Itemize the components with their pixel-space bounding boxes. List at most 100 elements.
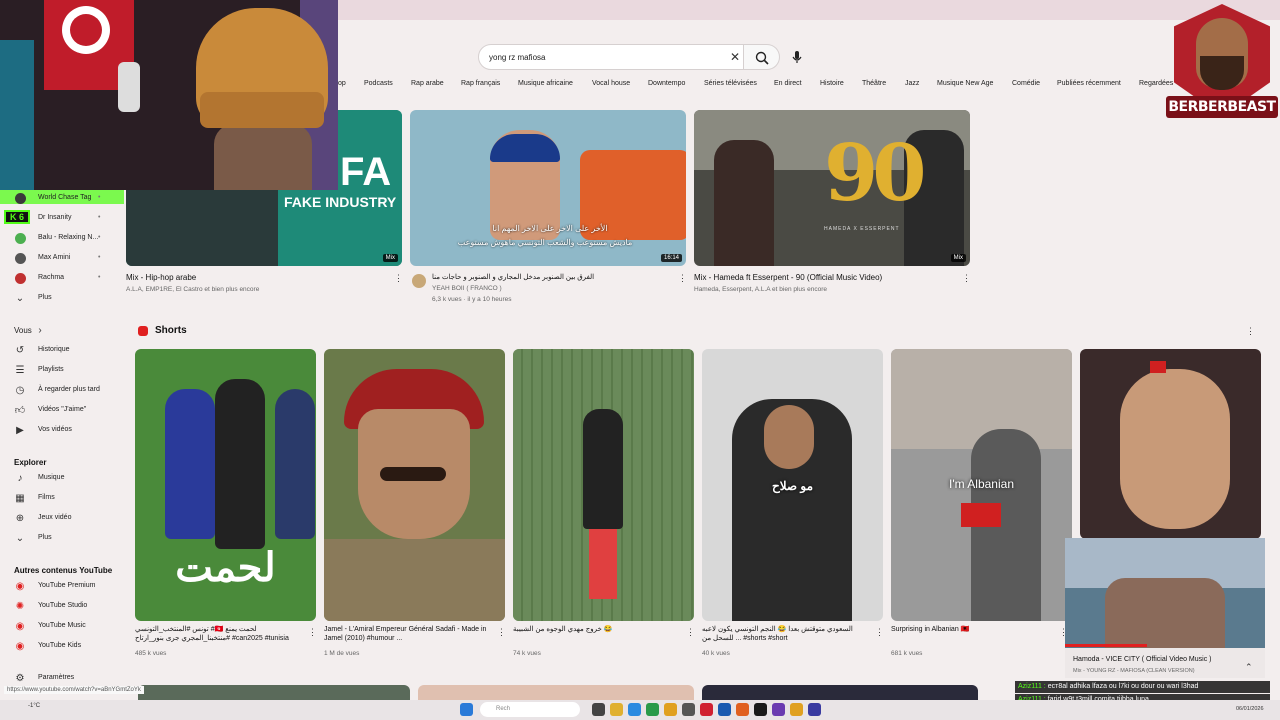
app-icon[interactable] — [718, 703, 731, 716]
sidebar-item-history[interactable]: ↺ Historique — [0, 342, 124, 360]
sidebar-item-studio[interactable]: ✺ YouTube Studio — [0, 598, 124, 616]
chip[interactable]: Downtempo — [648, 80, 685, 87]
youtube-premium-icon: ◉ — [15, 581, 25, 592]
sidebar-more-subscriptions[interactable]: ⌄ Plus — [0, 290, 124, 308]
video-thumbnail[interactable] — [138, 685, 410, 700]
app-icon[interactable] — [808, 703, 821, 716]
sidebar-item-your-videos[interactable]: ▶ Vos vidéos — [0, 422, 124, 440]
chip[interactable]: Histoire — [820, 80, 844, 87]
chip[interactable]: En direct — [774, 80, 802, 87]
video-title[interactable]: Mix - Hip-hop arabe — [126, 273, 196, 282]
live-dot-icon: • — [98, 194, 101, 201]
chip[interactable]: op — [338, 80, 346, 87]
more-options-icon[interactable]: ⋮ — [308, 627, 317, 638]
more-options-icon[interactable]: ⋮ — [497, 627, 506, 638]
miniplayer-title[interactable]: Hamoda - VICE CITY ( Official Video Musi… — [1073, 656, 1212, 663]
short-thumbnail[interactable]: لحمت — [135, 349, 316, 621]
search-input[interactable]: yong rz mafiosa — [478, 44, 744, 70]
chip[interactable]: Podcasts — [364, 80, 393, 87]
app-icon[interactable] — [772, 703, 785, 716]
folder-icon[interactable] — [610, 703, 623, 716]
miniplayer-video[interactable] — [1065, 538, 1265, 648]
windows-start-icon[interactable] — [460, 703, 473, 716]
video-thumbnail[interactable]: الأخر على الاخر على الاخر المهم انا مادي… — [410, 110, 686, 266]
chip[interactable]: Rap arabe — [411, 80, 444, 87]
sidebar-item-music-app[interactable]: ◉ YouTube Music — [0, 618, 124, 636]
channel-name[interactable]: YEAH BOII ( FRANCO ) — [432, 285, 502, 292]
sidebar-subscription[interactable]: Dr Insanity • — [0, 210, 124, 228]
more-options-icon[interactable]: ⋮ — [1246, 326, 1255, 337]
sidebar-item-movies[interactable]: ▦ Films — [0, 490, 124, 508]
chevron-up-icon[interactable]: ⌃ — [1245, 662, 1253, 673]
miniplayer[interactable]: Hamoda - VICE CITY ( Official Video Musi… — [1065, 538, 1265, 678]
sidebar-item-premium[interactable]: ◉ YouTube Premium — [0, 578, 124, 596]
chip[interactable]: Rap français — [461, 80, 500, 87]
video-thumbnail[interactable]: 90 HAMEDA X ESSERPENT Mix — [694, 110, 970, 266]
chip[interactable]: Musique New Age — [937, 80, 993, 87]
short-title[interactable]: السعودي متوقتش بعدا 😂 النجم التونسي يكون… — [702, 625, 872, 643]
short-thumbnail[interactable] — [324, 349, 505, 621]
more-options-icon[interactable]: ⋮ — [394, 273, 403, 284]
status-bar-url: https://www.youtube.com/watch?v=aBnYGmtZ… — [4, 686, 144, 694]
clock-icon: ◷ — [15, 385, 25, 396]
more-options-icon[interactable]: ⋮ — [875, 627, 884, 638]
app-icon[interactable] — [700, 703, 713, 716]
task-view-icon[interactable] — [592, 703, 605, 716]
sidebar-item-label: Rachma — [38, 274, 65, 281]
sidebar-you-header[interactable]: Vous › — [0, 322, 124, 340]
channel-avatar[interactable] — [412, 274, 426, 288]
sidebar-subscription[interactable]: Balu - Relaxing N... • — [0, 230, 124, 248]
sidebar-subscription[interactable]: World Chase Tag • — [0, 190, 124, 208]
video-title[interactable]: Mix - Hameda ft Esserpent - 90 (Official… — [694, 273, 882, 282]
chip[interactable]: Séries télévisées — [704, 80, 757, 87]
short-title[interactable]: Jamel - L'Amiral Empereur Général Sadafi… — [324, 625, 494, 643]
more-options-icon[interactable]: ⋮ — [686, 627, 695, 638]
short-title[interactable]: Surprising in Albanian 🇦🇱 — [891, 625, 1061, 634]
chrome-icon[interactable] — [664, 703, 677, 716]
sidebar-item-label: YouTube Studio — [38, 602, 88, 609]
sidebar-explore-more[interactable]: ⌄ Plus — [0, 530, 124, 548]
chip[interactable]: Comédie — [1012, 80, 1040, 87]
short-overlay-text: مو صلاح — [771, 479, 814, 493]
thumbnail-text: 90 — [824, 128, 927, 219]
video-title[interactable]: الفرق بين الصنوبر مدخل المجاري و الصنوبر… — [432, 273, 594, 281]
app-icon[interactable] — [736, 703, 749, 716]
chip[interactable]: Publiées récemment — [1057, 80, 1121, 87]
sidebar-subscription[interactable]: Max Amini • — [0, 250, 124, 268]
chrome-icon[interactable] — [790, 703, 803, 716]
short-thumbnail[interactable] — [1080, 349, 1261, 539]
chip[interactable]: Théâtre — [862, 80, 886, 87]
sidebar-item-kids[interactable]: ◉ YouTube Kids — [0, 638, 124, 656]
chip[interactable]: Jazz — [905, 80, 919, 87]
playlist-icon: ☰ — [15, 365, 25, 376]
clear-search-icon[interactable]: ✕ — [730, 50, 740, 64]
sidebar-item-liked[interactable]: 👍︎ Vidéos "J'aime" — [0, 402, 124, 420]
sidebar-subscription[interactable]: Rachma • — [0, 270, 124, 288]
more-options-icon[interactable]: ⋮ — [962, 273, 971, 284]
video-thumbnail[interactable] — [702, 685, 978, 700]
short-views: 485 k vues — [135, 650, 167, 657]
short-thumbnail[interactable] — [513, 349, 694, 621]
sidebar-item-music[interactable]: ♪ Musique — [0, 470, 124, 488]
sidebar-item-gaming[interactable]: ⊕ Jeux vidéo — [0, 510, 124, 528]
live-dot-icon: • — [98, 274, 101, 281]
app-icon[interactable] — [754, 703, 767, 716]
chip[interactable]: Musique africaine — [518, 80, 573, 87]
chip[interactable]: Vocal house — [592, 80, 630, 87]
youtube-music-icon: ◉ — [15, 621, 25, 632]
sidebar-item-watch-later[interactable]: ◷ À regarder plus tard — [0, 382, 124, 400]
video-thumbnail[interactable] — [418, 685, 694, 700]
short-title[interactable]: تونس #المنتخب_التونسي #🇹🇳 لحمت يمنع #منت… — [135, 625, 305, 643]
app-icon[interactable] — [682, 703, 695, 716]
sidebar-item-playlists[interactable]: ☰ Playlists — [0, 362, 124, 380]
short-title[interactable]: خروج مهدي الوجوه من الشبيبة 😂 — [513, 625, 683, 634]
short-thumbnail[interactable]: I'm Albanian — [891, 349, 1072, 621]
taskbar-search[interactable]: Rech — [480, 702, 580, 717]
edge-icon[interactable] — [628, 703, 641, 716]
store-icon[interactable] — [646, 703, 659, 716]
short-thumbnail[interactable]: مو صلاح — [702, 349, 883, 621]
voice-search-button[interactable] — [784, 44, 810, 70]
more-options-icon[interactable]: ⋮ — [678, 273, 687, 284]
search-button[interactable] — [744, 44, 780, 70]
progress-bar[interactable] — [1065, 644, 1147, 647]
